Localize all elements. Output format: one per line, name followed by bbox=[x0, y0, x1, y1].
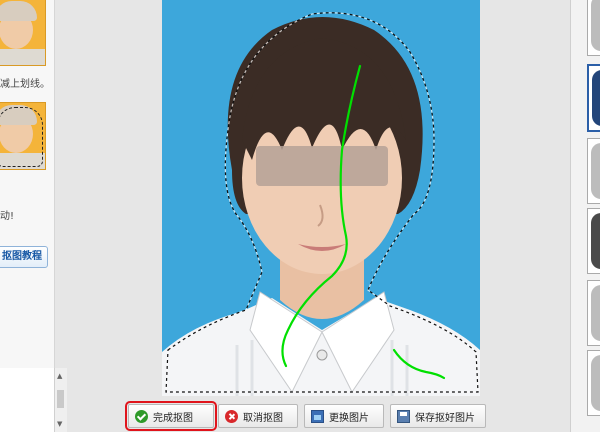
example-photo-before bbox=[0, 0, 46, 66]
replace-image-label: 更换图片 bbox=[329, 412, 369, 424]
replace-image-button[interactable]: 更换图片 bbox=[304, 404, 384, 428]
photo-canvas[interactable] bbox=[162, 0, 480, 396]
portrait-photo bbox=[162, 12, 480, 396]
finish-cutout-label: 完成抠图 bbox=[153, 412, 193, 424]
close-icon bbox=[225, 409, 238, 423]
scroll-up-icon[interactable]: ▲ bbox=[57, 372, 62, 380]
thumbnail-item[interactable] bbox=[587, 350, 600, 416]
tutorial-button[interactable]: 抠图教程 bbox=[0, 246, 48, 268]
thumbnail-item-selected[interactable] bbox=[587, 64, 600, 132]
example-photo-after bbox=[0, 102, 46, 170]
thumbnail-item[interactable] bbox=[587, 0, 600, 56]
check-icon bbox=[135, 409, 148, 423]
scroll-down-icon[interactable]: ▼ bbox=[57, 420, 62, 428]
save-cutout-label: 保存抠好图片 bbox=[415, 412, 475, 424]
thumbnail-item[interactable] bbox=[587, 138, 600, 204]
right-thumbnail-strip bbox=[570, 0, 600, 432]
save-icon bbox=[397, 409, 410, 423]
finish-cutout-button[interactable]: 完成抠图 bbox=[125, 401, 217, 431]
left-instruction-panel: 减上划线。 动! 抠图教程 bbox=[0, 0, 55, 368]
save-cutout-button[interactable]: 保存抠好图片 bbox=[390, 404, 486, 428]
thumbnail-item[interactable] bbox=[587, 280, 600, 346]
left-lower-pane bbox=[0, 368, 54, 432]
image-icon bbox=[311, 409, 324, 423]
thumbnail-item[interactable] bbox=[587, 208, 600, 274]
scroll-thumb[interactable] bbox=[57, 390, 64, 408]
vertical-scrollbar[interactable]: ▲ ▼ bbox=[54, 368, 67, 432]
instruction-step-text: 减上划线。 bbox=[0, 79, 50, 90]
cancel-cutout-label: 取消抠图 bbox=[243, 412, 283, 424]
shirt-button bbox=[316, 349, 328, 361]
blurred-eyes bbox=[256, 146, 388, 186]
instruction-step-text: 动! bbox=[0, 211, 15, 222]
cancel-cutout-button[interactable]: 取消抠图 bbox=[218, 404, 298, 428]
bottom-toolbar: 完成抠图 取消抠图 更换图片 保存抠好图片 bbox=[125, 401, 488, 431]
